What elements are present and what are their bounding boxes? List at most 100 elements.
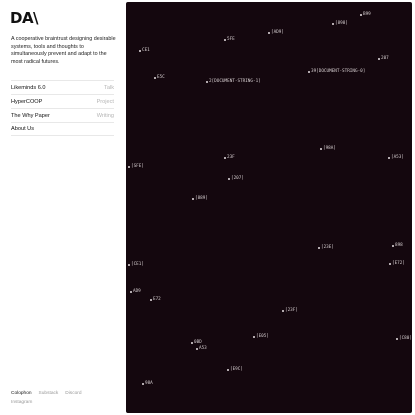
- node-label: CE1: [142, 48, 150, 53]
- graph-node[interactable]: [207]: [228, 176, 244, 181]
- menu-item-likeminds[interactable]: Likeminds 6.0 Talk: [11, 80, 114, 94]
- graph-node[interactable]: [23E]: [318, 245, 334, 250]
- node-dot-icon: [392, 244, 394, 247]
- node-label: [E9C]: [230, 367, 243, 372]
- graph-node[interactable]: [CE1]: [128, 262, 144, 267]
- graph-node[interactable]: 0BD: [191, 340, 202, 345]
- graph-node[interactable]: AD9: [130, 289, 141, 294]
- graph-node[interactable]: CE1: [139, 48, 150, 53]
- node-dot-icon: [224, 38, 226, 41]
- graph-node[interactable]: [SFE]: [128, 164, 144, 169]
- menu-item-tag: Talk: [104, 84, 114, 91]
- node-dot-icon: [253, 335, 255, 338]
- node-canvas[interactable]: B99 [898] [AD9] 5FE 207 CE1 [SFE] 39[DOCUMENT-S…: [126, 2, 412, 413]
- node-dot-icon: [150, 298, 152, 301]
- footer-links: Colophon Substack Discord Instagram: [11, 389, 121, 407]
- node-label: [898]: [335, 21, 348, 26]
- graph-node[interactable]: [E05]: [253, 334, 269, 339]
- graph-node[interactable]: [E9C]: [227, 367, 243, 372]
- node-label: [C80]: [399, 336, 412, 341]
- menu-item-tag: Project: [96, 98, 114, 105]
- node-dot-icon: [154, 76, 156, 79]
- sidebar: DA\ A cooperative braintrust designing d…: [0, 0, 126, 415]
- graph-node[interactable]: 5FE: [224, 37, 235, 42]
- graph-node[interactable]: 2[DOCUMENT-STRING-1]: [206, 79, 261, 84]
- node-dot-icon: [142, 382, 144, 385]
- graph-node[interactable]: 39[DOCUMENT-STRING-0]: [308, 69, 365, 74]
- node-dot-icon: [308, 70, 310, 73]
- logo[interactable]: DA\: [10, 9, 39, 27]
- node-label: [889]: [195, 196, 208, 201]
- menu-item-hypercoop[interactable]: HyperCOOP Project: [11, 94, 114, 108]
- graph-node[interactable]: [23F]: [282, 308, 298, 313]
- node-label: [A53]: [391, 155, 404, 160]
- graph-node[interactable]: [AD9]: [268, 30, 284, 35]
- node-label: B99: [363, 12, 371, 17]
- node-dot-icon: [192, 197, 194, 200]
- graph-node[interactable]: [A53]: [388, 155, 404, 160]
- node-label: 98A: [145, 381, 153, 386]
- node-label: [98A]: [323, 146, 336, 151]
- node-dot-icon: [378, 57, 380, 60]
- graph-node[interactable]: E5C: [154, 75, 165, 80]
- project-menu: Likeminds 6.0 Talk HyperCOOP Project The…: [11, 80, 114, 136]
- menu-item-why-paper[interactable]: The Why Paper Writing: [11, 108, 114, 122]
- node-dot-icon: [396, 337, 398, 340]
- node-label: [SFE]: [131, 164, 144, 169]
- node-dot-icon: [268, 31, 270, 34]
- graph-node[interactable]: E72: [150, 297, 161, 302]
- node-label: [E05]: [256, 334, 269, 339]
- node-label: [23E]: [321, 245, 334, 250]
- graph-node[interactable]: B99: [360, 12, 371, 17]
- node-dot-icon: [196, 347, 198, 350]
- node-label: [CE1]: [131, 262, 144, 267]
- footer-link-discord[interactable]: Discord: [65, 391, 81, 396]
- graph-node[interactable]: [E72]: [389, 261, 405, 266]
- footer-link-colophon[interactable]: Colophon: [11, 391, 32, 396]
- menu-item-about-us[interactable]: About Us: [11, 122, 114, 136]
- node-dot-icon: [388, 156, 390, 159]
- node-label: 207: [381, 56, 389, 61]
- graph-node[interactable]: 207: [378, 56, 389, 61]
- node-label: 0BD: [194, 340, 202, 345]
- node-label: [23F]: [285, 308, 298, 313]
- menu-item-tag: Writing: [96, 112, 114, 119]
- menu-item-label: The Why Paper: [11, 112, 50, 119]
- node-dot-icon: [128, 165, 130, 168]
- graph-node[interactable]: 898: [392, 243, 403, 248]
- node-label: E5C: [157, 75, 165, 80]
- node-dot-icon: [227, 368, 229, 371]
- node-dot-icon: [228, 177, 230, 180]
- node-label: 898: [395, 243, 403, 248]
- node-label: E72: [153, 297, 161, 302]
- node-dot-icon: [139, 49, 141, 52]
- node-label: AD9: [133, 289, 141, 294]
- node-dot-icon: [320, 147, 322, 150]
- graph-node[interactable]: A53: [196, 346, 207, 351]
- graph-node[interactable]: [98A]: [320, 146, 336, 151]
- node-dot-icon: [360, 13, 362, 16]
- footer-link-substack[interactable]: Substack: [39, 391, 59, 396]
- node-label: 5FE: [227, 37, 235, 42]
- node-label: 23F: [227, 155, 235, 160]
- node-label: 39[DOCUMENT-STRING-0]: [311, 69, 366, 74]
- graph-node[interactable]: 23F: [224, 155, 235, 160]
- node-label: 2[DOCUMENT-STRING-1]: [209, 79, 261, 84]
- graph-node[interactable]: 98A: [142, 381, 153, 386]
- node-dot-icon: [282, 309, 284, 312]
- tagline: A cooperative braintrust designing desir…: [11, 36, 116, 65]
- node-label: [E72]: [392, 261, 405, 266]
- graph-node[interactable]: [C80]: [396, 336, 412, 341]
- node-dot-icon: [128, 263, 130, 266]
- graph-node[interactable]: [889]: [192, 196, 208, 201]
- footer-link-instagram[interactable]: Instagram: [11, 400, 32, 405]
- node-dot-icon: [389, 262, 391, 265]
- menu-item-label: About Us: [11, 126, 35, 132]
- node-dot-icon: [318, 246, 320, 249]
- menu-item-label: Likeminds 6.0: [11, 84, 46, 91]
- menu-item-label: HyperCOOP: [11, 98, 43, 105]
- node-dot-icon: [224, 156, 226, 159]
- node-dot-icon: [130, 290, 132, 293]
- graph-node[interactable]: [898]: [332, 21, 348, 26]
- node-label: A53: [199, 346, 207, 351]
